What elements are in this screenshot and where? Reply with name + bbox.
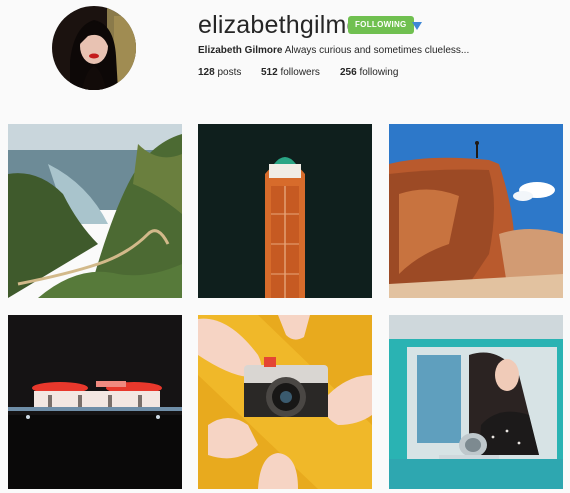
post-tile-hands-camera[interactable] [198, 315, 372, 489]
following-count-label: following [359, 67, 399, 78]
following-count[interactable]: 256 following [340, 66, 398, 79]
followers-count[interactable]: 512 followers [261, 66, 320, 79]
post-tile-orange-ship[interactable] [198, 124, 372, 298]
post-tile-coastal-cliffs[interactable] [8, 124, 182, 298]
post-tile-sandstone-cliff[interactable] [389, 124, 563, 298]
posts-count-number: 128 [198, 67, 215, 78]
following-button[interactable]: FOLLOWING [348, 16, 414, 34]
post-tile-woman-car[interactable] [389, 315, 563, 489]
post-tile-night-building[interactable] [8, 315, 182, 489]
followers-count-label: followers [280, 67, 320, 78]
profile-bio-text: Always curious and sometimes clueless... [284, 45, 470, 56]
posts-count[interactable]: 128 posts [198, 66, 241, 79]
chevron-down-icon[interactable] [411, 19, 423, 31]
following-count-number: 256 [340, 67, 357, 78]
followers-count-number: 512 [261, 67, 278, 78]
profile-full-name: Elizabeth Gilmore [198, 45, 283, 56]
profile-bio: Elizabeth Gilmore Always curious and som… [198, 44, 469, 57]
profile-avatar[interactable] [52, 6, 136, 90]
posts-count-label: posts [217, 67, 242, 78]
